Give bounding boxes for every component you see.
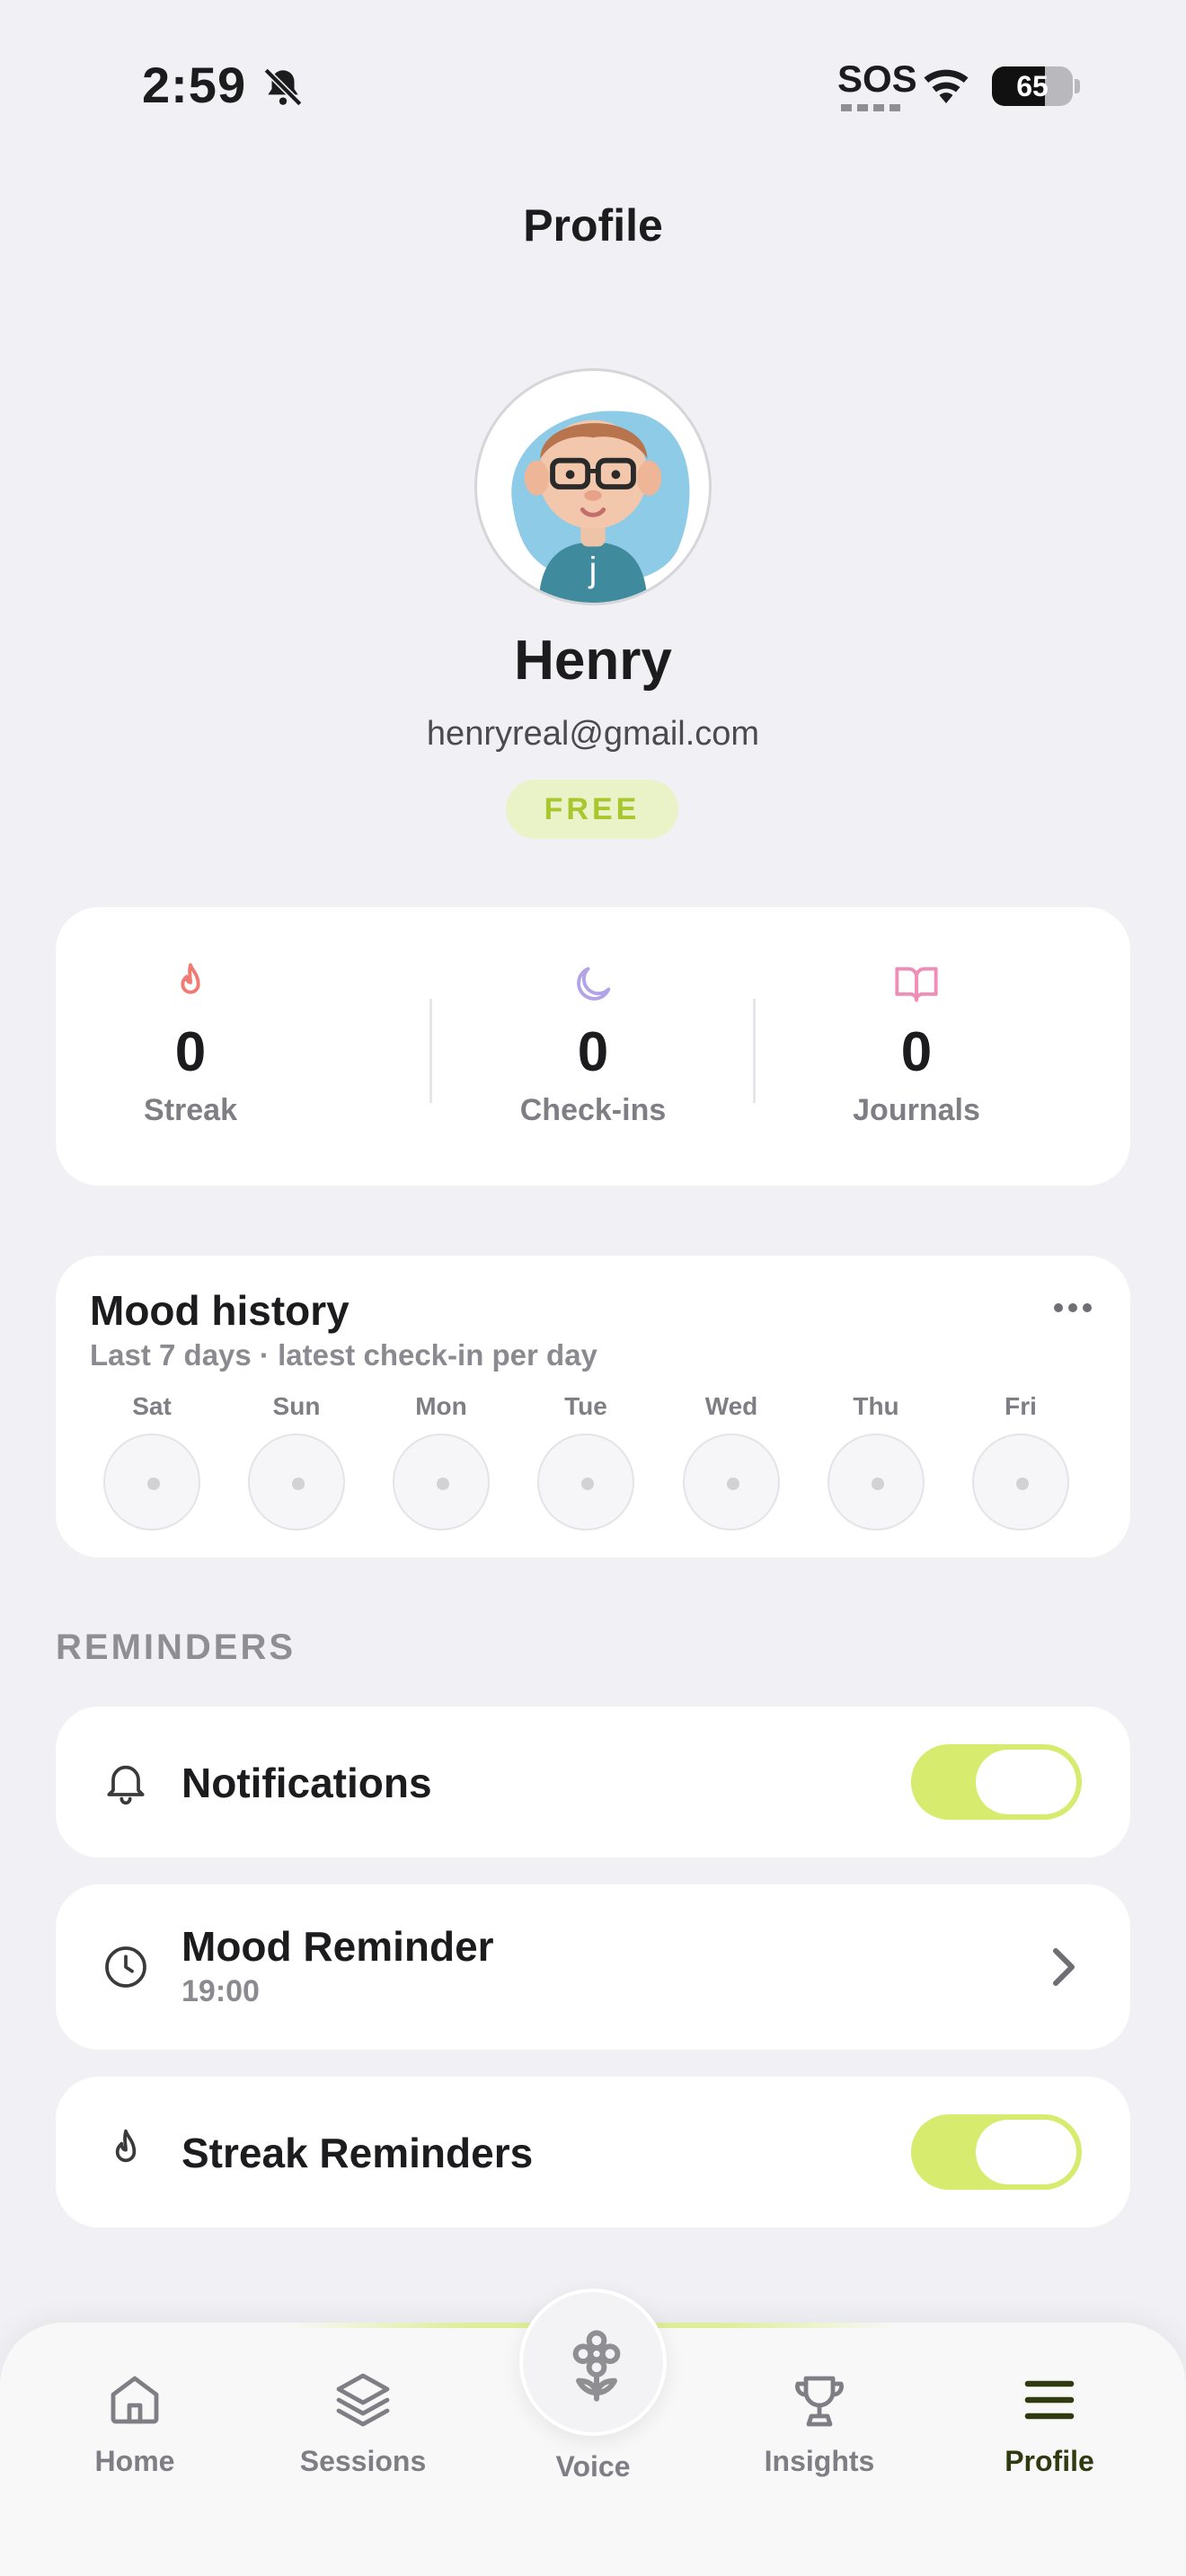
flower-icon [572, 2330, 621, 2402]
menu-icon [1024, 2380, 1075, 2420]
avatar[interactable]: j [474, 368, 712, 605]
day-label: Tue [564, 1392, 607, 1420]
mood-reminder-label: Mood Reminder [181, 1923, 494, 1970]
mood-reminder-row[interactable]: Mood Reminder 19:00 [56, 1884, 1130, 2050]
mood-day-mon[interactable]: Mon [392, 1392, 491, 1531]
home-icon [111, 2376, 159, 2424]
bell-icon [107, 1765, 145, 1805]
streak-reminders-label: Streak Reminders [181, 2130, 534, 2176]
tab-profile[interactable]: Profile [960, 2368, 1139, 2478]
tab-insights[interactable]: Insights [730, 2368, 909, 2478]
clock-icon [105, 1946, 146, 1988]
day-label: Sat [132, 1392, 172, 1420]
mood-circle [393, 1434, 490, 1531]
avatar-shirt-letter: j [589, 551, 597, 590]
status-time: 2:59 [142, 57, 247, 113]
tab-label: Insights [764, 2445, 875, 2477]
sos-indicator: SOS [837, 57, 917, 100]
layers-icon [336, 2373, 390, 2427]
divider [753, 999, 756, 1103]
stat-value: 0 [174, 1021, 207, 1083]
mood-day-wed[interactable]: Wed [682, 1392, 781, 1531]
stat-streak: 0 Streak [56, 961, 325, 1128]
mood-circle [537, 1434, 634, 1531]
day-label: Sun [272, 1392, 321, 1420]
flame-icon [115, 2129, 137, 2163]
stat-checkins: 0 Check-ins [458, 961, 728, 1128]
mood-history-title: Mood history [90, 1287, 350, 1334]
stat-label: Check-ins [519, 1093, 667, 1127]
streak-reminders-toggle[interactable] [911, 2114, 1082, 2190]
voice-label: Voice [555, 2450, 631, 2483]
stat-journals: 0 Journals [782, 961, 1051, 1128]
notifications-row: Notifications [56, 1707, 1130, 1857]
mood-circle [103, 1434, 200, 1531]
mood-day-fri[interactable]: Fri [971, 1392, 1070, 1531]
notifications-toggle[interactable] [911, 1744, 1082, 1820]
user-name: Henry [514, 630, 672, 692]
mood-day-sun[interactable]: Sun [247, 1392, 346, 1531]
day-label: Wed [704, 1392, 758, 1420]
page-title: Profile [523, 200, 663, 251]
day-label: Thu [853, 1392, 899, 1420]
wifi-icon [924, 69, 969, 103]
tab-label: Sessions [299, 2445, 427, 2477]
trophy-icon [795, 2376, 844, 2427]
stat-label: Journals [853, 1093, 980, 1127]
mood-circle [683, 1434, 780, 1531]
mood-history-card: Mood history Last 7 days · latest check-… [56, 1256, 1130, 1557]
avatar-illustration: j [511, 410, 690, 603]
mood-circle [248, 1434, 345, 1531]
book-icon [895, 966, 938, 1002]
tab-home[interactable]: Home [45, 2368, 225, 2478]
status-bar: 2:59 SOS 65 [0, 0, 1186, 171]
mood-day-tue[interactable]: Tue [536, 1392, 635, 1531]
more-options-icon[interactable] [1051, 1301, 1094, 1315]
user-email: henryreal@gmail.com [426, 715, 760, 753]
stat-value: 0 [900, 1021, 933, 1083]
voice-button[interactable] [519, 2289, 667, 2436]
tab-label: Home [94, 2445, 175, 2477]
mood-day-sat[interactable]: Sat [102, 1392, 201, 1531]
battery-level: 65 [1016, 70, 1049, 102]
stats-card: 0 Streak 0 Check-ins 0 Journals [56, 907, 1130, 1186]
day-label: Mon [415, 1392, 467, 1420]
mood-circle [828, 1434, 925, 1531]
reminders-section-label: REMINDERS [56, 1628, 296, 1667]
signal-dots [841, 104, 900, 111]
chevron-right-icon [1053, 1948, 1075, 1986]
plan-badge: FREE [506, 780, 678, 839]
divider [429, 999, 432, 1103]
tab-sessions[interactable]: Sessions [273, 2368, 453, 2478]
day-label: Fri [1005, 1392, 1037, 1420]
stat-label: Streak [144, 1093, 237, 1127]
bell-off-icon [263, 67, 303, 107]
battery-icon: 65 [992, 66, 1073, 106]
mood-history-subtitle: Last 7 days · latest check-in per day [90, 1338, 597, 1372]
stat-value: 0 [577, 1021, 609, 1083]
mood-day-thu[interactable]: Thu [827, 1392, 925, 1531]
notifications-label: Notifications [181, 1760, 432, 1806]
flame-icon [181, 963, 200, 994]
streak-reminders-row: Streak Reminders [56, 2077, 1130, 2228]
tab-label: Profile [1005, 2445, 1094, 2477]
mood-reminder-time: 19:00 [181, 1974, 260, 2008]
moon-icon [577, 966, 611, 1001]
mood-circle [972, 1434, 1069, 1531]
